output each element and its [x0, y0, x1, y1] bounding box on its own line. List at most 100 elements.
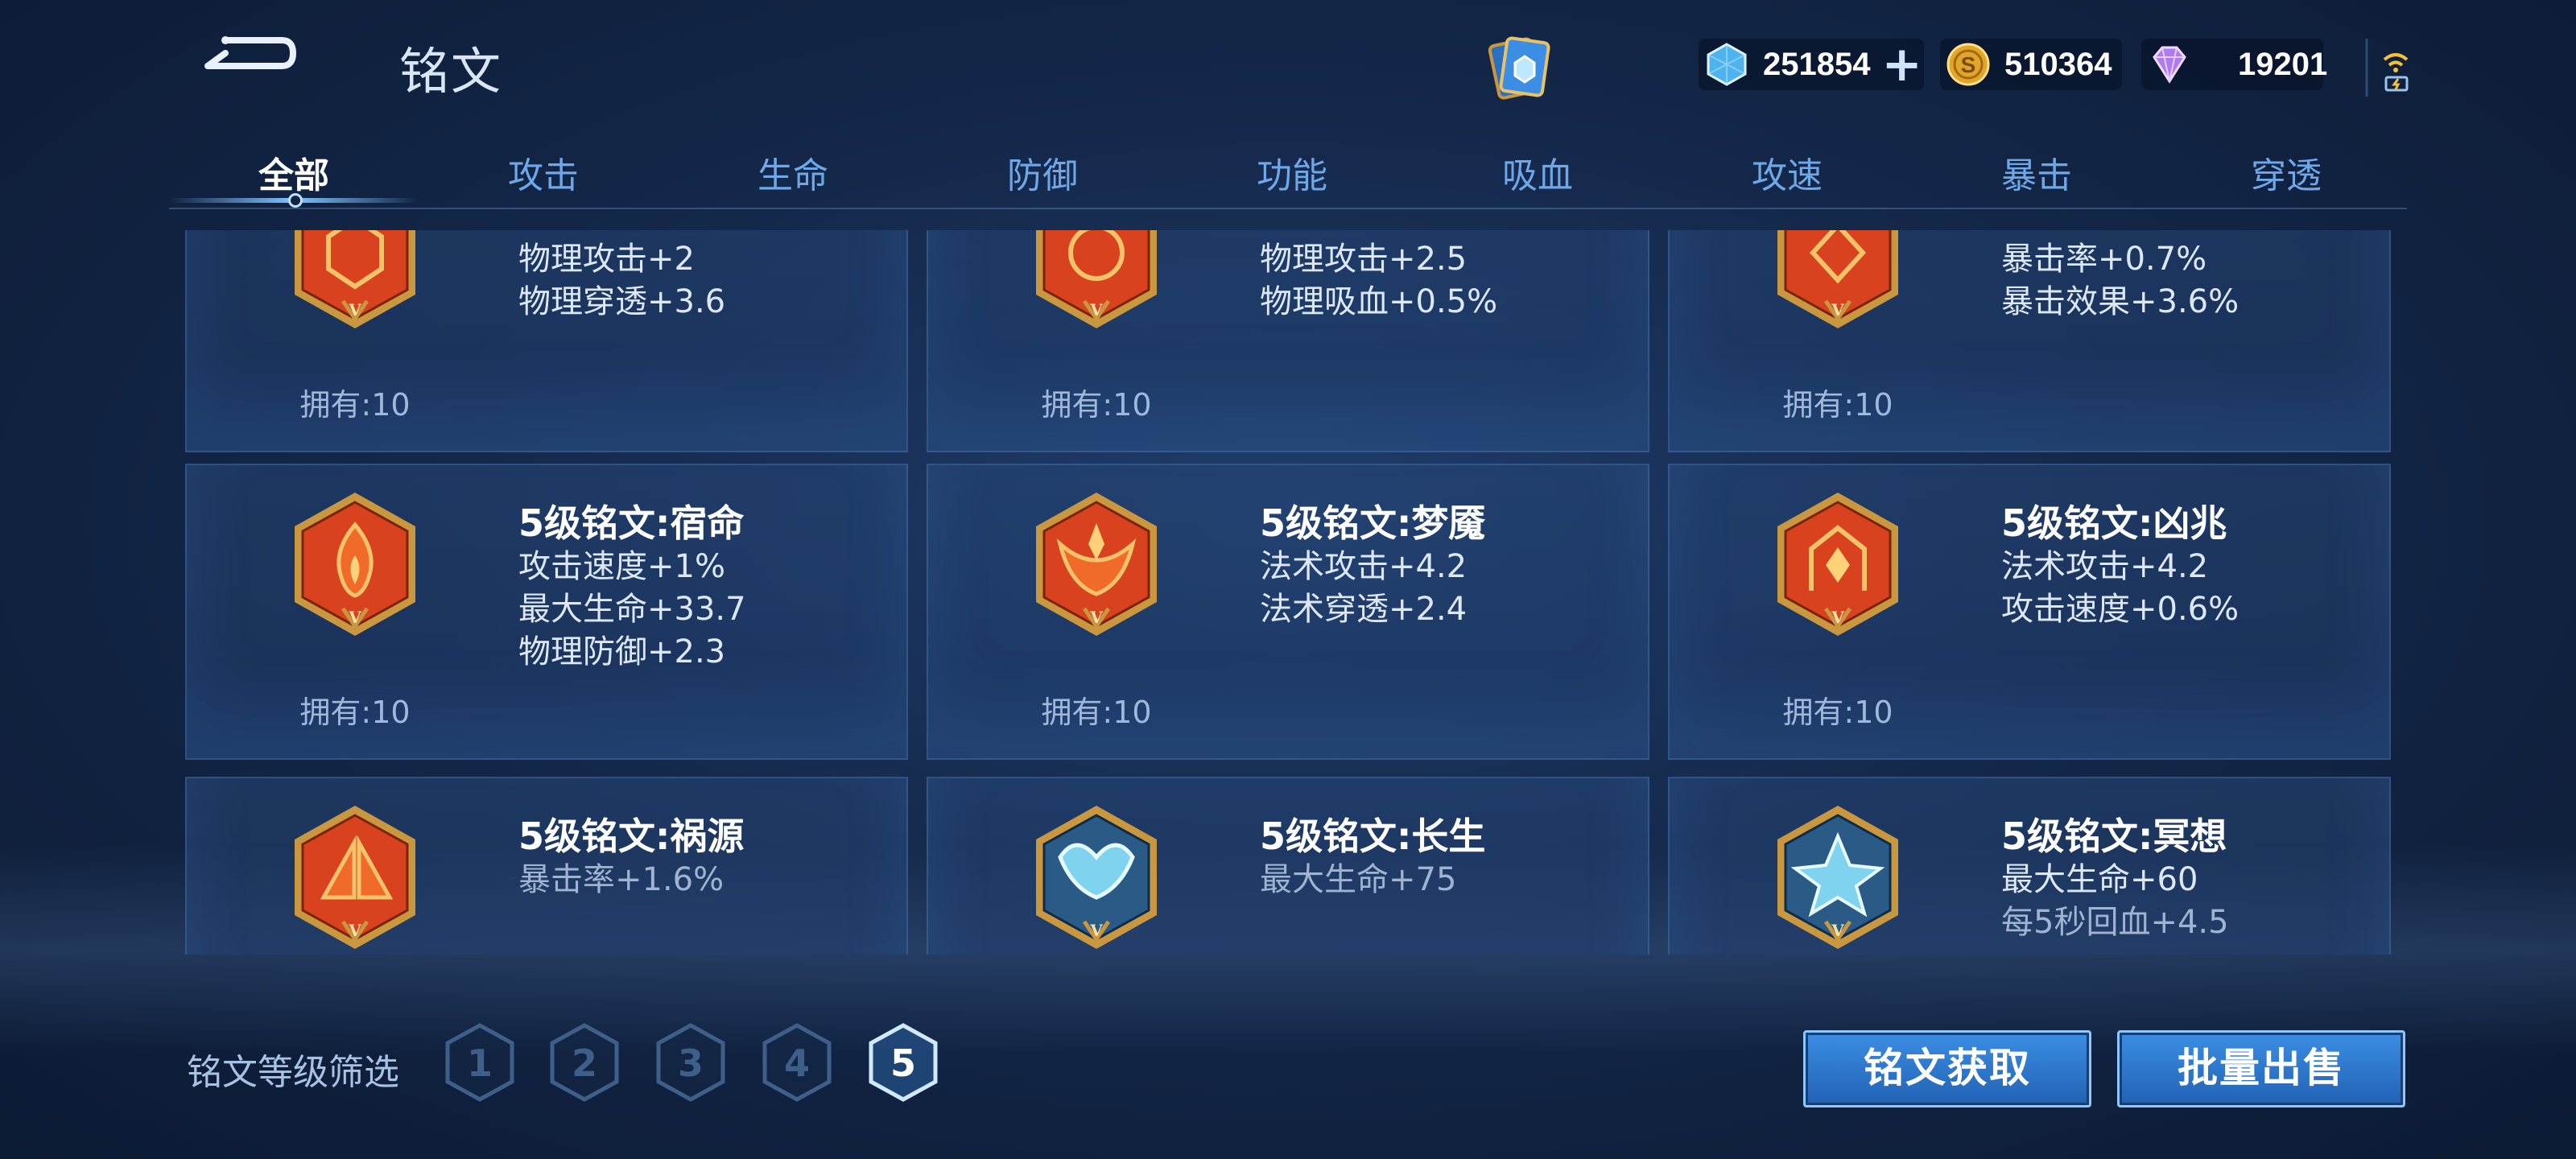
red-inscription-badge-icon: V: [295, 230, 415, 328]
inscription-stats: 攻击速度+1% 最大生命+33.7 物理防御+2.3: [518, 546, 746, 674]
inscription-card[interactable]: V 5级铭文:凶兆 法术攻击+4.2 攻击速度+0.6% 拥有:10: [1668, 464, 2391, 760]
stat-line: 法术攻击+4.2: [1260, 548, 1468, 585]
level-number: 2: [571, 1041, 597, 1085]
svg-text:S: S: [1961, 52, 1976, 77]
level-filter-2[interactable]: 2: [547, 1022, 621, 1103]
network-status-icon: [2365, 39, 2409, 97]
back-arrow-icon[interactable]: [193, 32, 298, 89]
stat-line: 物理攻击+2: [518, 241, 695, 278]
inscription-stats: 物理攻击+2 物理穿透+3.6: [518, 238, 725, 324]
owned-count: 拥有:10: [1782, 387, 1893, 423]
level-filter-label: 铭文等级筛选: [187, 1052, 399, 1093]
inscription-card[interactable]: V 物理攻击+2 物理穿透+3.6 拥有:10: [185, 230, 908, 452]
tab-health[interactable]: 生命: [758, 146, 828, 198]
owned-count: 拥有:10: [1041, 387, 1152, 423]
diamond-currency: 19201: [2141, 39, 2327, 90]
svg-text:V: V: [1831, 608, 1844, 627]
inscription-card[interactable]: V 5级铭文:宿命 攻击速度+1% 最大生命+33.7 物理防御+2.3 拥有:…: [185, 464, 908, 760]
gold-currency: S 510364: [1940, 39, 2122, 90]
owned-count: 拥有:10: [1782, 695, 1893, 730]
inscription-stats: 暴击率+1.6%: [518, 859, 724, 901]
gem-value: 251854: [1763, 46, 1871, 82]
inscription-name: 5级铭文:梦魇: [1260, 501, 1486, 545]
level-filter-4[interactable]: 4: [760, 1022, 834, 1103]
tab-defense[interactable]: 防御: [1007, 146, 1078, 198]
inscription-stats: 最大生命+75: [1260, 859, 1456, 901]
stat-line: 物理攻击+2.5: [1260, 241, 1468, 278]
inscription-card[interactable]: V 物理攻击+2.5 物理吸血+0.5% 拥有:10: [927, 230, 1649, 452]
category-tabs: 全部 攻击 生命 防御 功能 吸血 攻速 暴击 穿透: [169, 137, 2407, 209]
stat-line: 物理防御+2.3: [518, 633, 726, 670]
svg-text:V: V: [1831, 300, 1844, 320]
tab-attack[interactable]: 攻击: [508, 146, 579, 198]
tab-all[interactable]: 全部: [258, 146, 329, 198]
level-filter-3[interactable]: 3: [654, 1022, 728, 1103]
level-filter-5[interactable]: 5: [866, 1022, 940, 1103]
stat-line: 法术攻击+4.2: [2001, 548, 2209, 585]
bulk-sell-button[interactable]: 批量出售: [2117, 1030, 2405, 1107]
svg-text:V: V: [348, 300, 361, 320]
meditation-inscription-badge-icon: V: [1777, 806, 1898, 949]
stat-line: 攻击速度+1%: [518, 548, 725, 585]
page-title: 铭文: [399, 42, 503, 101]
level-number: 3: [677, 1041, 704, 1085]
inscription-name: 5级铭文:宿命: [518, 501, 745, 545]
inscription-stats: 暴击率+0.7% 暴击效果+3.6%: [2001, 238, 2239, 324]
inscription-page-icon[interactable]: [1480, 29, 1560, 109]
inscription-stats: 最大生命+60 每5秒回血+4.5: [2001, 859, 2229, 944]
owned-count: 拥有:10: [1041, 695, 1152, 730]
calamity-inscription-badge-icon: V: [295, 806, 415, 949]
svg-text:V: V: [348, 921, 361, 940]
stat-line: 最大生命+33.7: [518, 591, 746, 628]
inscription-stats: 法术攻击+4.2 法术穿透+2.4: [1260, 546, 1467, 631]
inscription-card[interactable]: V 5级铭文:冥想 最大生命+60 每5秒回血+4.5: [1668, 777, 2391, 955]
inscription-stats: 法术攻击+4.2 攻击速度+0.6%: [2001, 546, 2239, 631]
nightmare-inscription-badge-icon: V: [1036, 493, 1157, 636]
stat-line: 暴击率+1.6%: [518, 861, 724, 898]
tab-lifesteal[interactable]: 吸血: [1502, 146, 1573, 198]
tab-critical[interactable]: 暴击: [2001, 146, 2072, 198]
svg-text:V: V: [1089, 921, 1103, 940]
owned-count: 拥有:10: [299, 387, 411, 423]
stat-line: 最大生命+60: [2001, 861, 2198, 898]
svg-text:V: V: [1831, 921, 1844, 940]
inscription-card[interactable]: V 5级铭文:祸源 暴击率+1.6%: [185, 777, 908, 955]
stat-line: 法术穿透+2.4: [1260, 591, 1468, 628]
inscription-name: 5级铭文:长生: [1260, 815, 1486, 858]
svg-text:V: V: [348, 608, 361, 627]
level-number: 4: [783, 1041, 810, 1085]
owned-count: 拥有:10: [299, 695, 411, 730]
stat-line: 物理吸血+0.5%: [1260, 283, 1498, 320]
inscription-stats: 物理攻击+2.5 物理吸血+0.5%: [1260, 238, 1497, 324]
inscription-card[interactable]: V 5级铭文:梦魇 法术攻击+4.2 法术穿透+2.4 拥有:10: [927, 464, 1649, 760]
inscription-name: 5级铭文:凶兆: [2001, 501, 2227, 545]
inscription-card[interactable]: V 暴击率+0.7% 暴击效果+3.6% 拥有:10: [1668, 230, 2391, 452]
tab-attack-speed[interactable]: 攻速: [1752, 146, 1823, 198]
gem-currency: 251854 +: [1699, 39, 1924, 90]
omen-inscription-badge-icon: V: [1777, 493, 1898, 636]
add-gem-button[interactable]: +: [1881, 40, 1922, 89]
get-inscription-button[interactable]: 铭文获取: [1803, 1030, 2091, 1107]
gold-value: 510364: [2004, 46, 2112, 82]
svg-text:V: V: [1089, 608, 1103, 627]
inscription-name: 5级铭文:冥想: [2001, 815, 2227, 858]
stat-line: 物理穿透+3.6: [518, 283, 726, 320]
inscription-name: 5级铭文:祸源: [518, 815, 745, 858]
tab-utility[interactable]: 功能: [1257, 146, 1327, 198]
flame-inscription-badge-icon: V: [295, 493, 415, 636]
stat-line: 暴击效果+3.6%: [2001, 283, 2240, 320]
diamond-icon: [2153, 46, 2186, 84]
stat-line: 每5秒回血+4.5: [2001, 904, 2229, 941]
level-number: 5: [890, 1041, 916, 1085]
red-inscription-badge-icon: V: [1777, 230, 1898, 328]
level-filter-1[interactable]: 1: [443, 1022, 517, 1103]
inscription-card[interactable]: V 5级铭文:长生 最大生命+75: [927, 777, 1649, 955]
inscription-grid[interactable]: V 物理攻击+2 物理穿透+3.6 拥有:10 V 物理攻击+2.5 物理吸血+…: [184, 230, 2392, 955]
diamond-value: 19201: [2238, 46, 2328, 82]
gold-coin-icon: S: [1946, 43, 1990, 86]
level-number: 1: [466, 1041, 493, 1085]
gem-icon: [1707, 43, 1747, 86]
red-inscription-badge-icon: V: [1036, 230, 1157, 328]
tab-penetration[interactable]: 穿透: [2251, 146, 2322, 198]
active-tab-dot: [288, 193, 303, 208]
